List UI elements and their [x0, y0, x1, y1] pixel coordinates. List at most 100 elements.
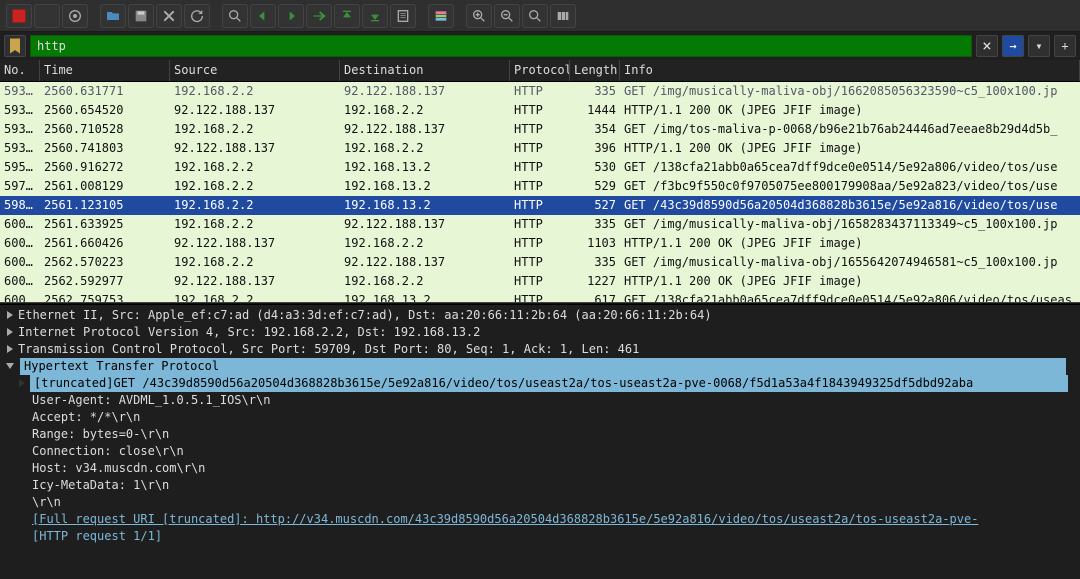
stop-capture-button[interactable] [6, 4, 32, 28]
cell-len: 335 [570, 215, 620, 234]
cell-proto: HTTP [510, 120, 570, 139]
fin-icon[interactable] [34, 4, 60, 28]
cell-dst: 192.168.2.2 [340, 272, 510, 291]
go-to-packet-button[interactable] [306, 4, 332, 28]
full-request-uri[interactable]: [Full request URI [truncated]: http://v3… [28, 511, 1080, 528]
cell-time: 2561.633925 [40, 215, 170, 234]
cell-info: HTTP/1.1 200 OK (JPEG JFIF image) [620, 101, 1080, 120]
open-file-button[interactable] [100, 4, 126, 28]
find-button[interactable] [222, 4, 248, 28]
cell-info: GET /f3bc9f550c0f9705075ee800179908aa/5e… [620, 177, 1080, 196]
http-get-truncated: [truncated]GET /43c39d8590d56a20504d3688… [30, 375, 1068, 392]
cell-proto: HTTP [510, 291, 570, 302]
cell-src: 192.168.2.2 [170, 82, 340, 101]
column-time[interactable]: Time [40, 60, 170, 81]
cell-time: 2561.660426 [40, 234, 170, 253]
tree-http[interactable]: Hypertext Transfer Protocol [0, 358, 1080, 375]
cell-time: 2560.916272 [40, 158, 170, 177]
cell-no: 593… [0, 120, 40, 139]
http-header-line[interactable]: User-Agent: AVDML_1.0.5.1_IOS\r\n [28, 392, 1080, 409]
packet-row[interactable]: 600…2562.59297792.122.188.137192.168.2.2… [0, 272, 1080, 291]
http-header-line[interactable]: Host: v34.muscdn.com\r\n [28, 460, 1080, 477]
zoom-out-button[interactable] [494, 4, 520, 28]
packet-row[interactable]: 593…2560.65452092.122.188.137192.168.2.2… [0, 101, 1080, 120]
packet-row[interactable]: 600…2562.759753192.168.2.2192.168.13.2HT… [0, 291, 1080, 302]
cell-no: 600… [0, 215, 40, 234]
go-forward-button[interactable] [278, 4, 304, 28]
http-header-line[interactable]: Icy-MetaData: 1\r\n [28, 477, 1080, 494]
packet-row[interactable]: 597…2561.008129192.168.2.2192.168.13.2HT… [0, 177, 1080, 196]
column-info[interactable]: Info [620, 60, 1080, 81]
cell-dst: 192.168.13.2 [340, 291, 510, 302]
column-dest[interactable]: Destination [340, 60, 510, 81]
packet-row[interactable]: 593…2560.74180392.122.188.137192.168.2.2… [0, 139, 1080, 158]
close-file-button[interactable] [156, 4, 182, 28]
clear-filter-button[interactable]: × [976, 35, 998, 57]
packet-row[interactable]: 593…2560.710528192.168.2.292.122.188.137… [0, 120, 1080, 139]
cell-time: 2560.631771 [40, 82, 170, 101]
cell-len: 335 [570, 82, 620, 101]
resize-columns-button[interactable] [550, 4, 576, 28]
packet-row[interactable]: 600…2562.570223192.168.2.292.122.188.137… [0, 253, 1080, 272]
column-length[interactable]: Length [570, 60, 620, 81]
http-header-line[interactable]: Range: bytes=0-\r\n [28, 426, 1080, 443]
cell-info: HTTP/1.1 200 OK (JPEG JFIF image) [620, 234, 1080, 253]
column-source[interactable]: Source [170, 60, 340, 81]
full-request-uri-text: [Full request URI [truncated]: http://v3… [32, 511, 978, 528]
packet-row[interactable]: 600…2561.66042692.122.188.137192.168.2.2… [0, 234, 1080, 253]
packet-row[interactable]: 598…2561.123105192.168.2.2192.168.13.2HT… [0, 196, 1080, 215]
tree-http-get-line[interactable]: [truncated]GET /43c39d8590d56a20504d3688… [0, 375, 1080, 392]
go-last-button[interactable] [362, 4, 388, 28]
cell-len: 335 [570, 253, 620, 272]
column-proto[interactable]: Protocol [510, 60, 570, 81]
cell-proto: HTTP [510, 158, 570, 177]
cell-len: 396 [570, 139, 620, 158]
cell-info: HTTP/1.1 200 OK (JPEG JFIF image) [620, 272, 1080, 291]
save-file-button[interactable] [128, 4, 154, 28]
filter-dropdown-button[interactable]: ▾ [1028, 35, 1050, 57]
tree-ethernet[interactable]: Ethernet II, Src: Apple_ef:c7:ad (d4:a3:… [0, 307, 1080, 324]
packet-row[interactable]: 595…2560.916272192.168.2.2192.168.13.2HT… [0, 158, 1080, 177]
cell-no: 593… [0, 82, 40, 101]
add-filter-button[interactable]: + [1054, 35, 1076, 57]
bookmark-filter-button[interactable] [4, 35, 26, 57]
packet-row[interactable]: 593…2560.631771192.168.2.292.122.188.137… [0, 82, 1080, 101]
go-back-button[interactable] [250, 4, 276, 28]
http-header-line[interactable]: Accept: */*\r\n [28, 409, 1080, 426]
tree-ip[interactable]: Internet Protocol Version 4, Src: 192.16… [0, 324, 1080, 341]
cell-info: GET /138cfa21abb0a65cea7dff9dce0e0514/5e… [620, 291, 1080, 302]
cell-len: 1103 [570, 234, 620, 253]
cell-proto: HTTP [510, 177, 570, 196]
display-filter-input[interactable] [30, 35, 972, 57]
cell-dst: 92.122.188.137 [340, 120, 510, 139]
cell-dst: 92.122.188.137 [340, 253, 510, 272]
zoom-in-button[interactable] [466, 4, 492, 28]
cell-proto: HTTP [510, 215, 570, 234]
colorize-button[interactable] [428, 4, 454, 28]
cell-no: 598… [0, 196, 40, 215]
cell-len: 530 [570, 158, 620, 177]
packet-list[interactable]: 593…2560.631771192.168.2.292.122.188.137… [0, 82, 1080, 302]
http-header-line[interactable]: Connection: close\r\n [28, 443, 1080, 460]
packet-details-tree[interactable]: Ethernet II, Src: Apple_ef:c7:ad (d4:a3:… [0, 305, 1080, 579]
cell-len: 529 [570, 177, 620, 196]
cell-len: 1444 [570, 101, 620, 120]
auto-scroll-button[interactable] [390, 4, 416, 28]
main-toolbar [0, 0, 1080, 32]
packet-row[interactable]: 600…2561.633925192.168.2.292.122.188.137… [0, 215, 1080, 234]
tree-tcp[interactable]: Transmission Control Protocol, Src Port:… [0, 341, 1080, 358]
cell-dst: 192.168.2.2 [340, 139, 510, 158]
http-header-line[interactable]: \r\n [28, 494, 1080, 511]
cell-info: GET /138cfa21abb0a65cea7dff9dce0e0514/5e… [620, 158, 1080, 177]
column-no[interactable]: No. [0, 60, 40, 81]
cell-src: 192.168.2.2 [170, 196, 340, 215]
cell-dst: 92.122.188.137 [340, 82, 510, 101]
reload-button[interactable] [184, 4, 210, 28]
cell-dst: 192.168.2.2 [340, 101, 510, 120]
tree-ip-label: Internet Protocol Version 4, Src: 192.16… [18, 324, 480, 341]
go-first-button[interactable] [334, 4, 360, 28]
zoom-reset-button[interactable] [522, 4, 548, 28]
options-button[interactable] [62, 4, 88, 28]
cell-info: GET /img/musically-maliva-obj/1655642074… [620, 253, 1080, 272]
apply-filter-button[interactable]: → [1002, 35, 1024, 57]
